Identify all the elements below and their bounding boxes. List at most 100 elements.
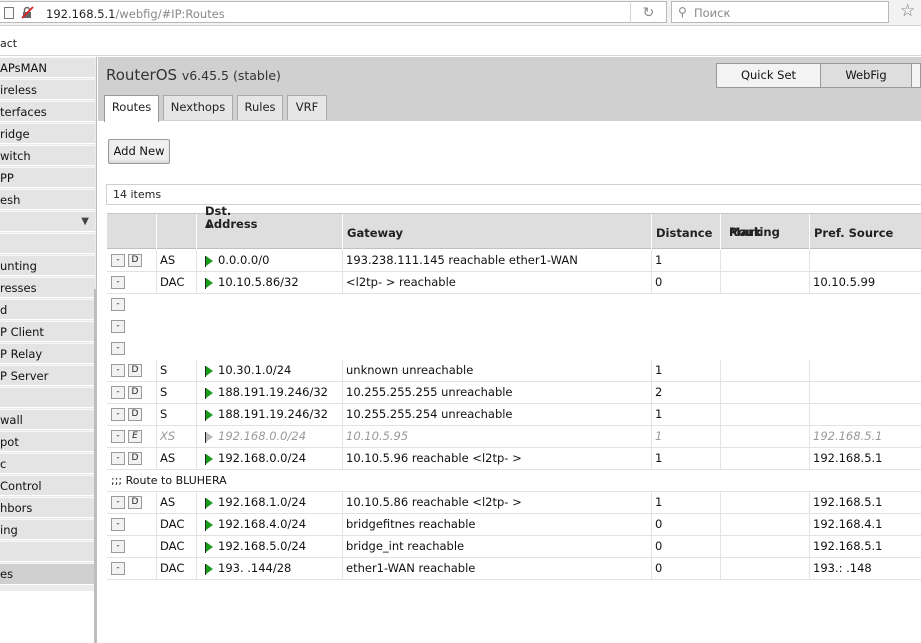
reload-icon[interactable]: ↻ (630, 3, 666, 23)
sidebar-item-routes[interactable]: es (0, 563, 95, 585)
remove-button[interactable]: - (111, 320, 125, 333)
sidebar-item-addresses[interactable]: resses (0, 277, 95, 298)
terminal-button-partial[interactable] (911, 63, 921, 88)
url-text[interactable]: 192.168.5.1/webfig/#IP:Routes (46, 7, 225, 21)
sidebar-item-ip[interactable]: ▼ (0, 211, 95, 232)
sidebar-item-cloud[interactable]: d (0, 299, 95, 320)
remove-button[interactable]: - (111, 518, 125, 531)
table-row[interactable]: - DAC 193. .144/28 ether1-WAN reachable 0 193… (107, 558, 921, 580)
tab-vrf[interactable]: VRF (287, 95, 327, 120)
remove-button[interactable]: - (111, 408, 125, 421)
pref-source: 192.168.5.1 (813, 495, 883, 509)
remove-button[interactable]: - (111, 254, 125, 267)
table-row[interactable]: - (107, 316, 921, 338)
sidebar-item-dhcp-client[interactable]: P Client (0, 321, 95, 342)
sidebar-item-dhcp-relay[interactable]: P Relay (0, 343, 95, 364)
route-flag-icon (205, 256, 213, 267)
toggle-button[interactable]: D (128, 254, 142, 267)
remove-button[interactable]: - (111, 540, 125, 553)
remove-button[interactable]: - (111, 452, 125, 465)
col-divider (651, 536, 652, 557)
sidebar-item-firewall[interactable]: wall (0, 409, 95, 430)
quick-set-button[interactable]: Quick Set (716, 63, 821, 88)
table-row[interactable]: - D S 188.191.19.246/32 10.255.255.255 unrea… (107, 382, 921, 404)
route-flag-icon (205, 278, 213, 289)
webfig-button[interactable]: WebFig (820, 63, 912, 88)
col-divider (651, 404, 652, 425)
col-divider (809, 558, 810, 579)
remove-button[interactable]: - (111, 342, 125, 355)
browser-search[interactable]: ⚲ (671, 1, 889, 23)
col-divider (651, 360, 652, 381)
bookmark-star-icon[interactable]: ☆ (900, 1, 915, 21)
remove-button[interactable]: - (111, 364, 125, 377)
tab-rules[interactable]: Rules (237, 95, 283, 120)
toggle-button[interactable]: D (128, 386, 142, 399)
sidebar-item-ppp[interactable]: PP (0, 167, 95, 188)
toggle-button[interactable]: D (128, 408, 142, 421)
remove-button[interactable]: - (111, 496, 125, 509)
table-row[interactable]: - DAC 10.10.5.86/32 <l2tp- > reachable 0 10.1… (107, 272, 921, 294)
table-row[interactable]: - DAC 192.168.4.0/24 bridgefitnes reachable… (107, 514, 921, 536)
sidebar-item-dns[interactable] (0, 387, 95, 408)
remove-button[interactable]: - (111, 298, 125, 311)
tab-routes[interactable]: Routes (104, 95, 159, 122)
sidebar-item-switch[interactable]: witch (0, 145, 95, 166)
add-new-button[interactable]: Add New (108, 139, 170, 164)
sidebar-item-neighbors[interactable]: hbors (0, 497, 95, 518)
sidebar-item-capsman[interactable]: APsMAN (0, 57, 95, 78)
sidebar-item-wireless[interactable]: ireless (0, 79, 95, 100)
distance: 1 (655, 495, 663, 509)
col-divider (196, 360, 197, 381)
sidebar-item-ipsec[interactable]: c (0, 453, 95, 474)
sidebar-item-blank[interactable] (0, 233, 95, 254)
col-distance[interactable]: Distance (651, 214, 720, 249)
sidebar-item-kid-control[interactable]: Control (0, 475, 95, 496)
sidebar-item-bridge[interactable]: ridge (0, 123, 95, 144)
strip-text: act (0, 37, 18, 50)
sidebar-item-mesh[interactable]: esh (0, 189, 95, 210)
col-divider (720, 404, 721, 425)
pref-source: 10.10.5.99 (813, 275, 876, 289)
page-header: RouterOS v6.45.5 (stable) Quick Set WebF… (98, 57, 921, 122)
sidebar-item-interfaces[interactable]: terfaces (0, 101, 95, 122)
table-row[interactable]: - D AS 192.168.1.0/24 10.10.5.86 reachable <… (107, 492, 921, 514)
table-row[interactable]: - D S 188.191.19.246/32 10.255.255.254 unrea… (107, 404, 921, 426)
col-pref-source[interactable]: Pref. Source (809, 214, 921, 249)
table-row[interactable]: - D S 10.30.1.0/24 unknown unreachable 1 (107, 360, 921, 382)
col-divider (720, 250, 721, 271)
remove-button[interactable]: - (111, 562, 125, 575)
sidebar-item-packing[interactable]: ing (0, 519, 95, 540)
col-gateway[interactable]: Gateway (342, 214, 651, 249)
table-row[interactable]: - DAC 192.168.5.0/24 bridge_int reachable 0 1… (107, 536, 921, 558)
pref-source (813, 360, 919, 381)
col-dst-address[interactable]: ▲ Dst. Address (196, 205, 342, 249)
route-flag-icon (205, 388, 213, 399)
toggle-button[interactable]: D (128, 364, 142, 377)
table-row[interactable]: - D AS 192.168.0.0/24 10.10.5.96 reachable <… (107, 448, 921, 470)
sidebar-item-hotspot[interactable]: pot (0, 431, 95, 452)
remove-button[interactable]: - (111, 386, 125, 399)
table-row[interactable]: - E XS 192.168.0.0/24 10.10.5.95 1 192.168.5.1 (107, 426, 921, 448)
col-divider (156, 558, 157, 579)
address-bar[interactable]: 192.168.5.1/webfig/#IP:Routes ↻ (0, 1, 667, 23)
col-divider (720, 492, 721, 513)
remove-button[interactable]: - (111, 276, 125, 289)
search-input[interactable] (694, 5, 884, 20)
table-row[interactable]: - D AS 0.0.0.0/0 193.238.111.145 reachable e… (107, 250, 921, 272)
tab-nexthops[interactable]: Nexthops (163, 95, 233, 120)
toggle-button[interactable]: D (128, 452, 142, 465)
dst-address: 10.30.1.0/24 (218, 363, 292, 377)
insecure-lock-icon[interactable] (21, 6, 34, 19)
sidebar-item-pool[interactable] (0, 541, 95, 562)
toggle-button[interactable]: E (128, 430, 142, 443)
sidebar-item-dhcp-server[interactable]: P Server (0, 365, 95, 386)
remove-button[interactable]: - (111, 430, 125, 443)
col-divider (809, 426, 810, 447)
col-routing-mark[interactable]: Routing Mark (720, 214, 809, 249)
toggle-button[interactable]: D (128, 496, 142, 509)
sidebar-scrollbar[interactable] (94, 289, 97, 643)
sidebar-item-accounting[interactable]: unting (0, 255, 95, 276)
table-row[interactable]: - (107, 294, 921, 316)
table-row[interactable]: - (107, 338, 921, 360)
